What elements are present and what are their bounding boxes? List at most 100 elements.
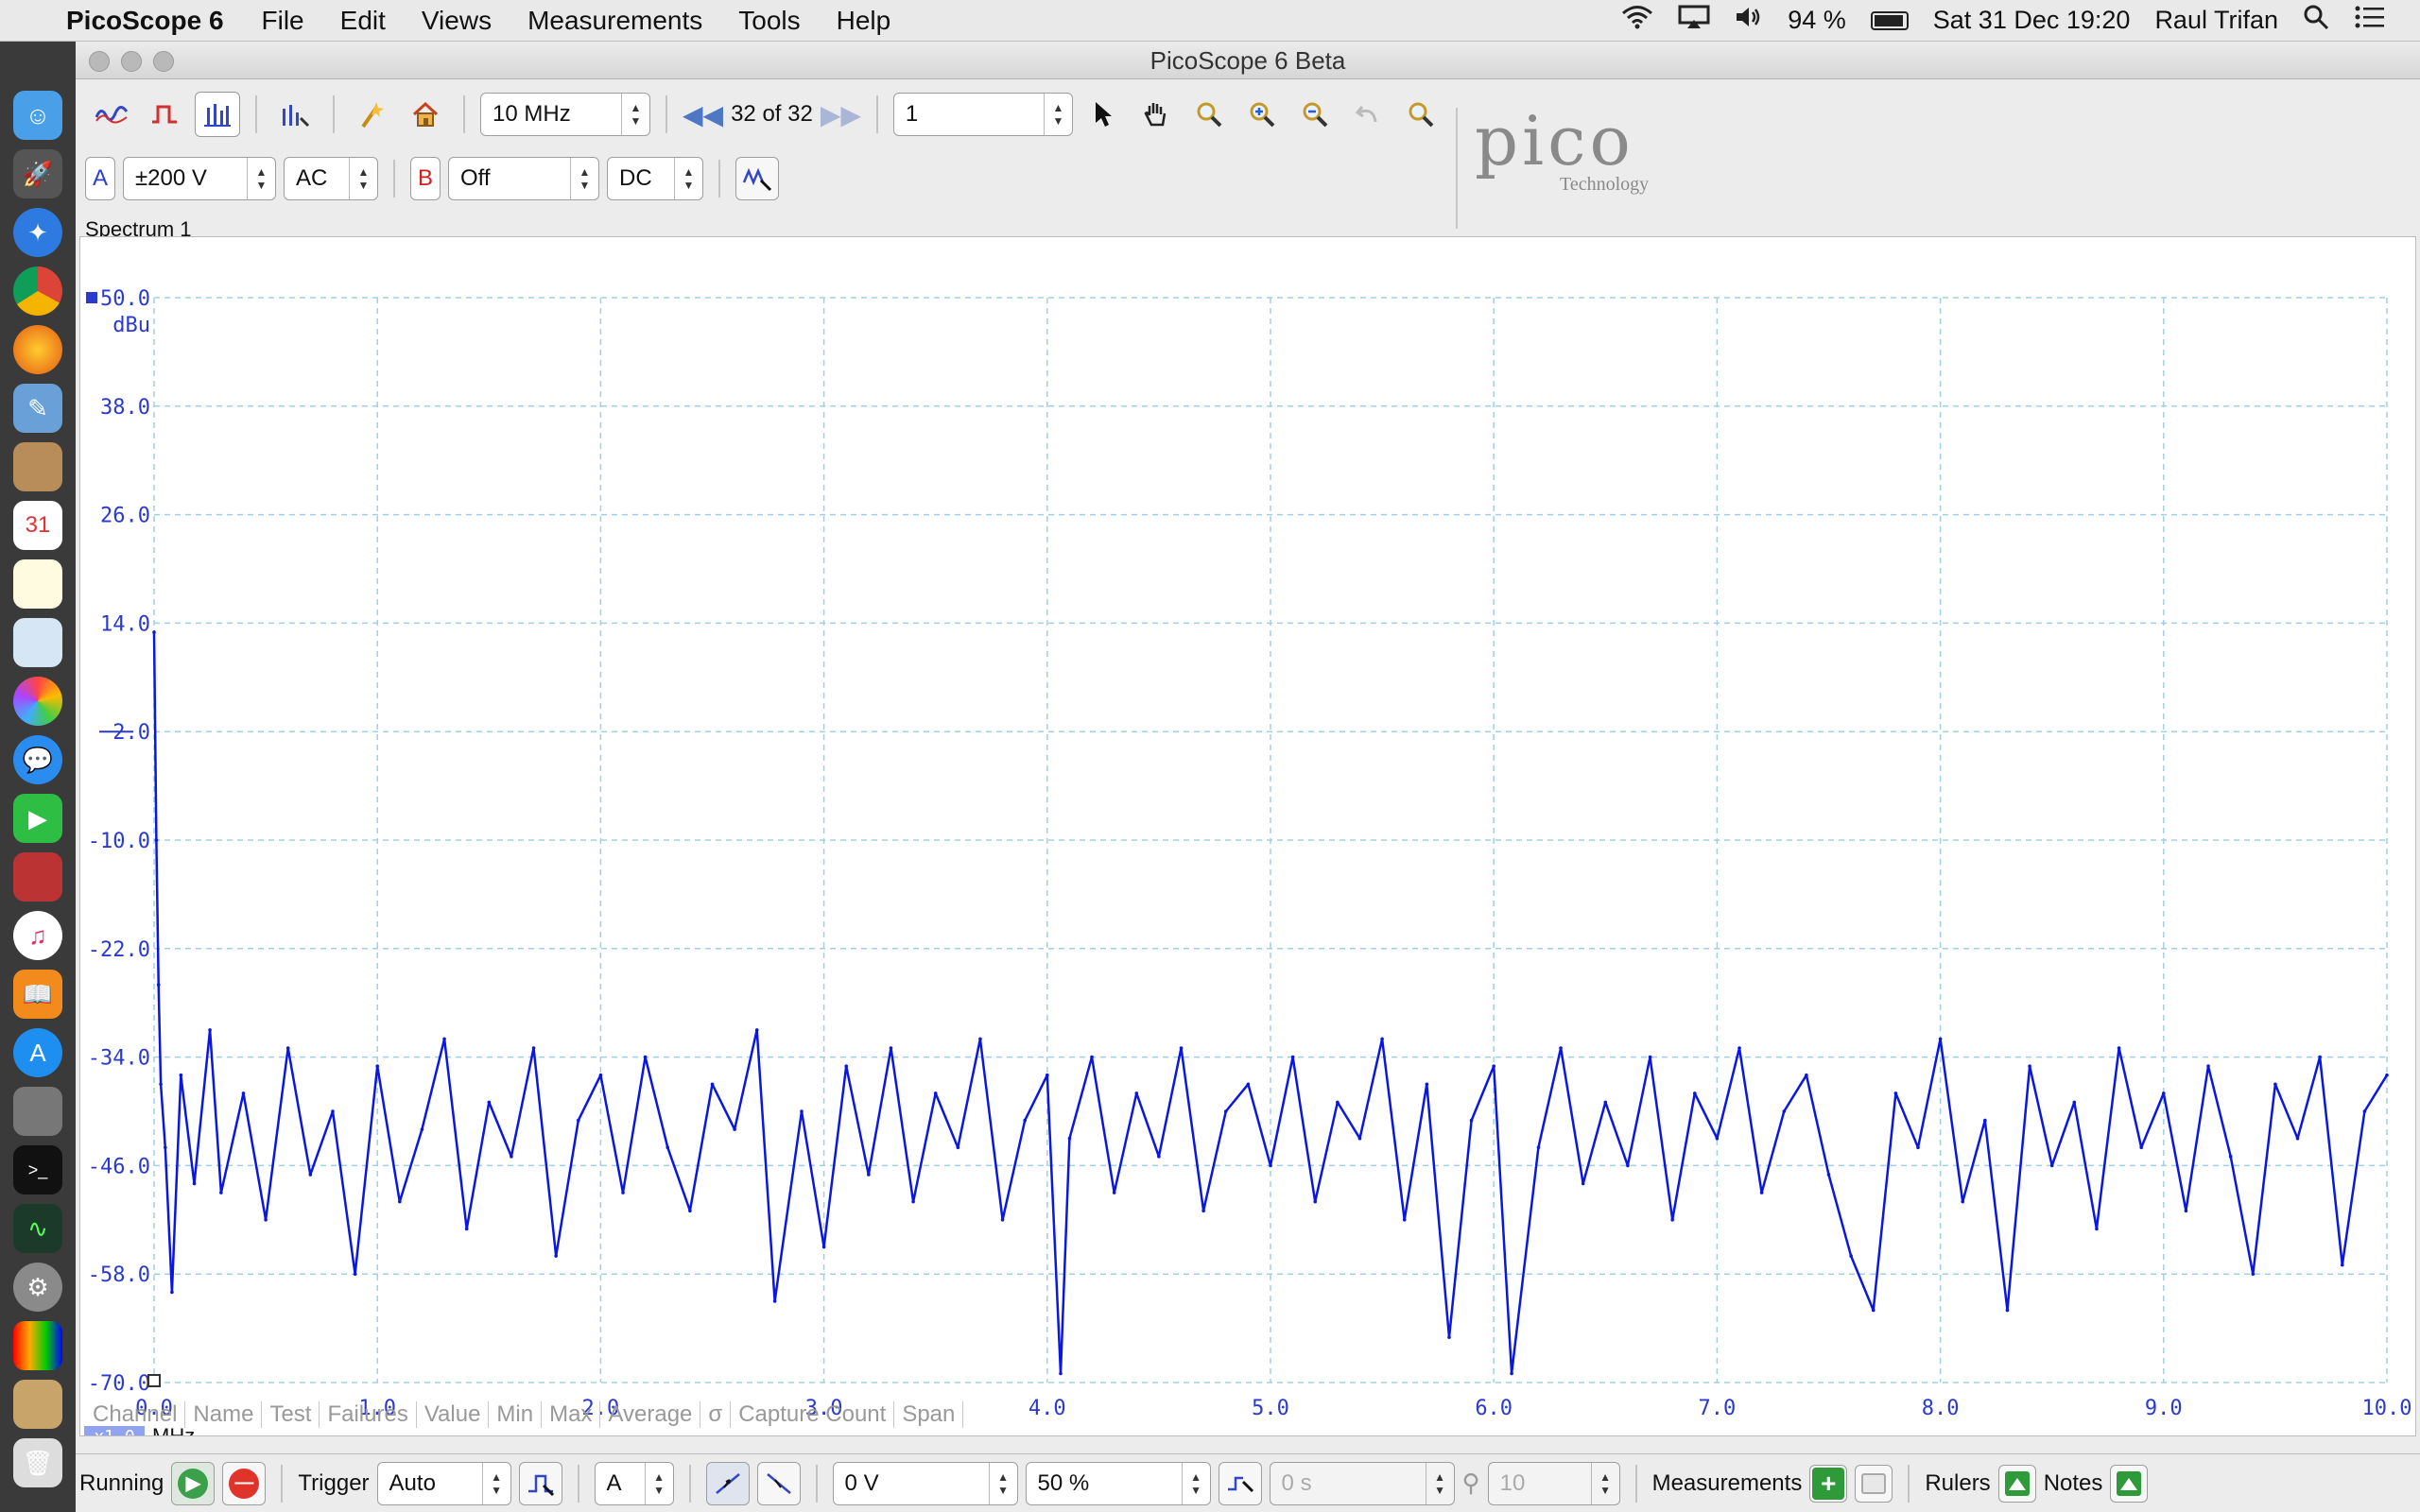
wifi-icon[interactable]	[1621, 5, 1653, 36]
default-settings-button[interactable]	[403, 92, 448, 137]
measurement-column-header[interactable]: Capture Count	[731, 1401, 895, 1428]
undo-zoom-button[interactable]	[1345, 92, 1391, 137]
itunes-icon[interactable]: ♫	[13, 911, 62, 960]
notes-button[interactable]	[2110, 1464, 2149, 1503]
trash-icon[interactable]: 🗑	[13, 1438, 62, 1487]
trigger-mode-select[interactable]: Auto ▲ ▼	[376, 1461, 511, 1505]
trigger-channel-select[interactable]: A ▲ ▼	[594, 1461, 674, 1505]
spectrum-view[interactable]: 0.0 1.0 2.0 3.0 4.0 5.0 6.0 7.0 8.0 9.0 10.0 50.0 38…	[79, 236, 2416, 1436]
calculator-icon[interactable]	[13, 1087, 62, 1136]
safari-icon[interactable]: ✦	[13, 208, 62, 257]
volume-icon[interactable]	[1735, 5, 1763, 36]
stepper-arrows-icon[interactable]: ▲ ▼	[247, 158, 275, 199]
finder-icon[interactable]: ☺	[13, 91, 62, 140]
stepper-arrows-icon[interactable]: ▲ ▼	[674, 158, 702, 199]
channel-a-marker[interactable]	[86, 292, 97, 303]
trigger-delay-input[interactable]: 0 s ▲ ▼	[1269, 1461, 1455, 1505]
photo-booth-icon[interactable]	[13, 852, 62, 902]
menu-tools[interactable]: Tools	[738, 6, 800, 36]
measurement-column-header[interactable]: Span	[894, 1401, 964, 1428]
stepper-arrows-icon[interactable]: ▲ ▼	[621, 94, 649, 135]
stepper-arrows-icon[interactable]: ▲ ▼	[988, 1462, 1017, 1504]
probe-settings-button[interactable]	[735, 157, 779, 200]
rising-edge-button[interactable]	[705, 1461, 750, 1505]
chrome-icon[interactable]	[13, 266, 62, 316]
menu-measurements[interactable]: Measurements	[527, 6, 702, 36]
messages-icon[interactable]: 💬	[13, 735, 62, 784]
zoom-to-fit-button[interactable]	[1398, 92, 1443, 137]
channel-b-button[interactable]: B	[410, 157, 441, 200]
edit-measurement-button[interactable]	[1855, 1464, 1893, 1503]
stepper-arrows-icon[interactable]: ▲ ▼	[349, 158, 377, 199]
contacts-icon[interactable]	[13, 442, 62, 491]
measurement-column-header[interactable]: σ	[700, 1401, 732, 1428]
channel-a-button[interactable]: A	[85, 157, 115, 200]
terminal-icon[interactable]: >_	[13, 1145, 62, 1194]
menu-edit[interactable]: Edit	[340, 6, 386, 36]
rulers-button[interactable]	[1997, 1464, 2036, 1503]
falling-edge-button[interactable]	[756, 1461, 801, 1505]
zoom-select-button[interactable]	[1186, 92, 1232, 137]
menu-file[interactable]: File	[262, 6, 304, 36]
channel-b-coupling-select[interactable]: DC ▲ ▼	[607, 157, 703, 200]
add-measurement-button[interactable]: +	[1809, 1464, 1848, 1503]
spotlight-search-icon[interactable]	[2303, 4, 2329, 37]
zoom-out-button[interactable]	[1292, 92, 1338, 137]
trigger-level-input[interactable]: 0 V ▲ ▼	[832, 1461, 1018, 1505]
previous-buffer-icon[interactable]: ◀◀	[683, 99, 723, 130]
menu-views[interactable]: Views	[422, 6, 492, 36]
preview-icon[interactable]: ✎	[13, 384, 62, 433]
stepper-arrows-icon[interactable]: ▲ ▼	[1425, 1462, 1454, 1504]
advanced-trigger-button[interactable]	[518, 1461, 562, 1505]
start-button[interactable]: ▶	[171, 1461, 216, 1505]
pre-trigger-input[interactable]: 50 % ▲ ▼	[1025, 1461, 1211, 1505]
stepper-arrows-icon[interactable]: ▲ ▼	[1590, 1462, 1619, 1504]
notification-center-icon[interactable]	[2354, 5, 2386, 36]
auto-setup-button[interactable]	[350, 92, 395, 137]
stepper-arrows-icon[interactable]: ▲ ▼	[570, 158, 598, 199]
notes-app-icon[interactable]	[13, 559, 62, 609]
user-name[interactable]: Raul Trifan	[2154, 6, 2278, 35]
picoscope-icon[interactable]	[13, 1321, 62, 1370]
downloads-stack-icon[interactable]	[13, 1380, 62, 1429]
zoom-in-button[interactable]	[1239, 92, 1285, 137]
persistence-mode-button[interactable]	[142, 92, 187, 137]
stepper-arrows-icon[interactable]: ▲ ▼	[1043, 94, 1072, 135]
battery-icon[interactable]	[1870, 10, 1909, 30]
ibooks-icon[interactable]: 📖	[13, 970, 62, 1019]
scope-mode-button[interactable]	[89, 92, 134, 137]
airplay-icon[interactable]	[1678, 5, 1710, 36]
stop-button[interactable]: —	[222, 1461, 267, 1505]
measurement-column-header[interactable]: Test	[262, 1401, 320, 1428]
measurement-column-header[interactable]: Channel	[85, 1401, 186, 1428]
channel-a-coupling-select[interactable]: AC ▲ ▼	[284, 157, 378, 200]
system-preferences-icon[interactable]: ⚙	[13, 1263, 62, 1312]
capture-count-input[interactable]: 1 ▲ ▼	[892, 93, 1073, 136]
stepper-arrows-icon[interactable]: ▲ ▼	[644, 1462, 673, 1504]
firefox-icon[interactable]	[13, 325, 62, 374]
stepper-arrows-icon[interactable]: ▲ ▼	[481, 1462, 510, 1504]
spectrum-mode-button[interactable]	[195, 92, 240, 137]
measurement-column-header[interactable]: Failures	[320, 1401, 417, 1428]
menu-help[interactable]: Help	[837, 6, 891, 36]
spectrum-chart[interactable]: 0.0 1.0 2.0 3.0 4.0 5.0 6.0 7.0 8.0 9.0 10.050.038…	[80, 237, 2415, 1435]
clock[interactable]: Sat 31 Dec 19:20	[1933, 6, 2131, 35]
measurement-column-header[interactable]: Name	[185, 1401, 263, 1428]
measurement-column-header[interactable]: Max	[542, 1401, 601, 1428]
photos-icon[interactable]	[13, 677, 62, 726]
channel-a-range-select[interactable]: ±200 V ▲ ▼	[123, 157, 276, 200]
measurement-column-header[interactable]: Min	[489, 1401, 543, 1428]
app-store-icon[interactable]: A	[13, 1028, 62, 1077]
activity-monitor-icon[interactable]: ∿	[13, 1204, 62, 1253]
measurement-column-header[interactable]: Average	[600, 1401, 701, 1428]
facetime-icon[interactable]: ▶	[13, 794, 62, 843]
close-window-icon[interactable]	[89, 51, 110, 72]
minimize-window-icon[interactable]	[121, 51, 142, 72]
origin-handle[interactable]	[147, 1374, 161, 1387]
post-trigger-delay-button[interactable]	[1218, 1461, 1262, 1505]
launchpad-icon[interactable]: 🚀	[13, 149, 62, 198]
hysteresis-input[interactable]: 10 ▲ ▼	[1487, 1461, 1620, 1505]
calendar-icon[interactable]: 31	[13, 501, 62, 550]
next-buffer-icon[interactable]: ▶▶	[821, 99, 861, 130]
hand-tool-button[interactable]	[1133, 92, 1179, 137]
